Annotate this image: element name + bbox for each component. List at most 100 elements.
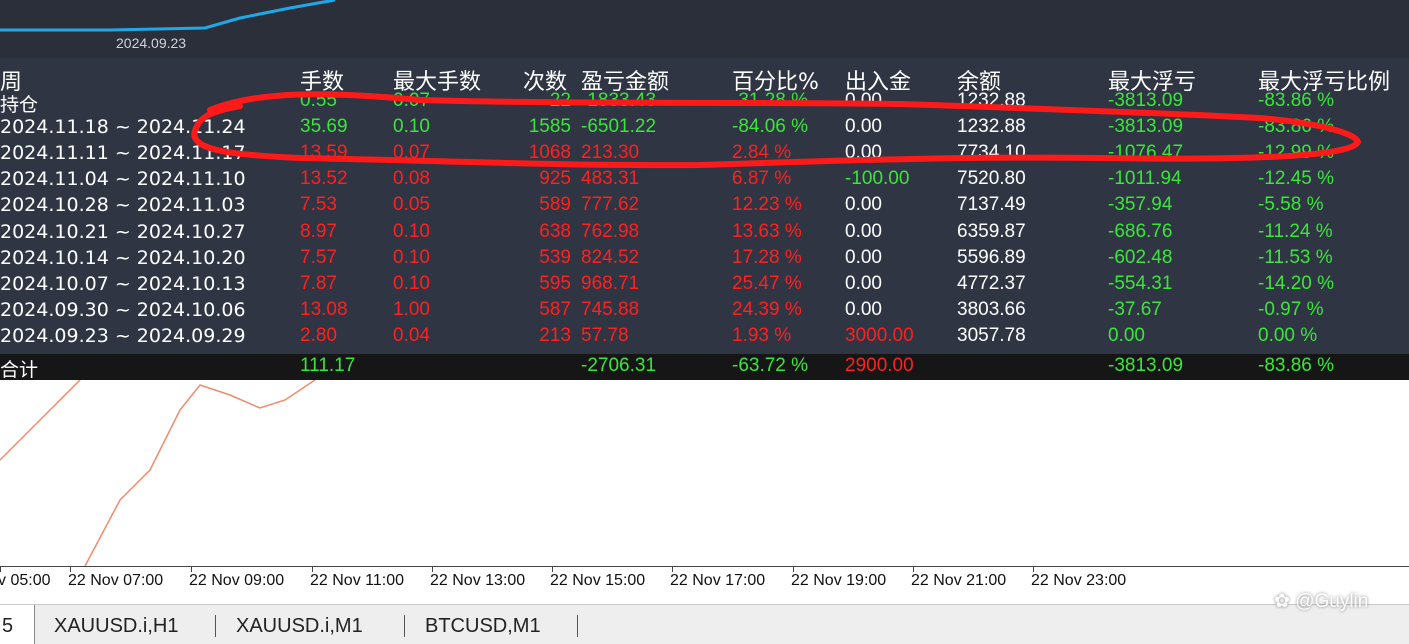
chart-tab[interactable]: XAUUSD.i,M1 <box>236 615 363 638</box>
time-axis-tick: v 05:00 <box>0 572 51 589</box>
cell-max-float: -357.94 <box>1108 194 1173 216</box>
cell-max-float-pct: -83.86 % <box>1258 90 1335 111</box>
cell-flow: -100.00 <box>845 168 910 190</box>
tab-separator <box>404 615 405 637</box>
cell-count: 925 <box>539 168 571 190</box>
cell-lots: 8.97 <box>300 220 337 242</box>
cell-week: 2024.09.23 ~ 2024.09.29 <box>0 324 246 347</box>
cell-week: 2024.10.28 ~ 2024.11.03 <box>0 194 246 217</box>
lower-price-line <box>0 380 316 566</box>
cell-max-lots: 1.00 <box>393 298 430 320</box>
weekly-stats-table: 周手数 最大手数 次数 盈亏金额 百分比% 出入金 余额 最大浮亏 最大浮亏比例 持仓 0.55 0… <box>0 58 1409 380</box>
cell-count: 213 <box>539 324 571 346</box>
cell-max-float: -602.48 <box>1108 246 1173 268</box>
cell-pct: -31.28 % <box>732 90 809 111</box>
total-pct: -63.72 % <box>732 355 809 376</box>
time-axis-tick: 22 Nov 11:00 <box>310 572 404 589</box>
cell-flow: 0.00 <box>845 272 882 294</box>
cell-balance: 7734.10 <box>957 142 1026 164</box>
cell-max-lots: 0.10 <box>393 220 430 242</box>
total-lots: 111.17 <box>300 355 356 376</box>
cell-week: 2024.11.04 ~ 2024.11.10 <box>0 168 246 191</box>
cell-week: 持仓 <box>0 94 39 116</box>
top-chart-date-label: 2024.09.23 <box>116 35 187 51</box>
cell-count: 589 <box>539 194 571 216</box>
total-pnl: -2706.31 <box>581 355 657 376</box>
cell-flow: 0.00 <box>845 90 882 111</box>
chart-tab[interactable]: BTCUSD,M1 <box>425 615 541 638</box>
cell-max-float-pct: -14.20 % <box>1258 272 1335 294</box>
cell-max-float: -1011.94 <box>1108 168 1182 190</box>
cell-max-lots: 0.10 <box>393 272 430 294</box>
cell-lots: 13.52 <box>300 168 348 190</box>
watermark-icon: ✿ <box>1274 591 1296 612</box>
total-week: 合计 <box>0 359 39 381</box>
cell-lots: 13.59 <box>300 142 348 164</box>
cell-pct: 6.87 % <box>732 168 792 190</box>
cell-max-float: 0.00 <box>1108 324 1145 346</box>
cell-pnl: 968.71 <box>581 272 640 294</box>
cell-lots: 2.80 <box>300 324 337 346</box>
cell-count: 595 <box>539 272 571 294</box>
cell-week: 2024.11.11 ~ 2024.11.17 <box>0 142 246 165</box>
time-axis-tick: 22 Nov 13:00 <box>430 572 526 589</box>
cell-max-float-pct: -5.58 % <box>1258 194 1324 216</box>
cell-week: 2024.11.18 ~ 2024.11.24 <box>0 116 246 139</box>
cell-pnl: 213.30 <box>581 142 640 164</box>
cell-balance: 4772.37 <box>957 272 1026 294</box>
cell-lots: 13.08 <box>300 298 348 320</box>
time-axis-tick: 22 Nov 19:00 <box>791 572 887 589</box>
cell-count: 587 <box>539 298 571 320</box>
cell-balance: 1232.88 <box>957 116 1026 138</box>
top-chart-area[interactable]: 2024.09.23 <box>0 0 1409 62</box>
lower-chart-area[interactable] <box>0 380 1409 566</box>
cell-max-lots: 0.07 <box>393 142 430 164</box>
cell-max-float: -3813.09 <box>1108 90 1184 111</box>
cell-count: 1068 <box>528 142 571 164</box>
cell-balance: 7137.49 <box>957 194 1026 216</box>
cell-count: 1585 <box>528 116 571 138</box>
time-axis: v 05:00 22 Nov 07:00 22 Nov 09:00 22 Nov 11… <box>0 566 1409 604</box>
cell-lots: 35.69 <box>300 116 348 138</box>
cell-week: 2024.09.30 ~ 2024.10.06 <box>0 298 246 321</box>
cell-pct: -84.06 % <box>732 116 809 138</box>
chart-tab-bar: 5 XAUUSD.i,H1 XAUUSD.i,M1 BTCUSD,M1 <box>0 604 1409 644</box>
cell-flow: 0.00 <box>845 142 882 164</box>
cell-flow: 0.00 <box>845 298 882 320</box>
chart-tab[interactable]: XAUUSD.i,H1 <box>54 615 178 638</box>
cell-flow: 0.00 <box>845 220 882 242</box>
lower-line-main <box>84 380 316 566</box>
cell-balance: 6359.87 <box>957 220 1026 242</box>
cell-lots: 7.87 <box>300 272 337 294</box>
cell-pct: 2.84 % <box>732 142 792 164</box>
tab-separator <box>577 615 578 637</box>
cell-pnl: 483.31 <box>581 168 640 190</box>
lower-line-left <box>0 380 81 461</box>
top-equity-line <box>0 0 336 32</box>
tab-separator <box>215 615 216 637</box>
time-axis-tick: 22 Nov 07:00 <box>68 572 164 589</box>
cell-pct: 24.39 % <box>732 298 802 320</box>
cell-flow: 0.00 <box>845 246 882 268</box>
cell-lots: 7.53 <box>300 194 337 216</box>
cell-max-float: -1076.47 <box>1108 142 1184 164</box>
time-axis-tick: 22 Nov 21:00 <box>911 572 1007 589</box>
cell-week: 2024.10.21 ~ 2024.10.27 <box>0 220 246 243</box>
cell-max-float-pct: -11.53 % <box>1258 246 1333 268</box>
cell-balance: 5596.89 <box>957 246 1026 268</box>
cell-lots: 7.57 <box>300 246 337 268</box>
cell-balance: 3803.66 <box>957 298 1026 320</box>
watermark-text: @Guylin <box>1295 591 1369 612</box>
cell-pnl: -1833.43 <box>581 90 657 111</box>
time-axis-tick: 22 Nov 09:00 <box>189 572 285 589</box>
cell-count: 22 <box>549 90 571 111</box>
cell-lots: 0.55 <box>300 90 337 111</box>
chart-tab[interactable]: 5 <box>2 615 13 638</box>
time-axis-tick: 22 Nov 15:00 <box>550 572 646 589</box>
time-axis-tick: 22 Nov 23:00 <box>1031 572 1127 589</box>
total-flow: 2900.00 <box>845 355 914 376</box>
cell-max-float: -37.67 <box>1108 298 1162 320</box>
cell-max-float: -3813.09 <box>1108 116 1184 138</box>
cell-pct: 13.63 % <box>732 220 802 242</box>
total-max-float: -3813.09 <box>1108 355 1184 376</box>
